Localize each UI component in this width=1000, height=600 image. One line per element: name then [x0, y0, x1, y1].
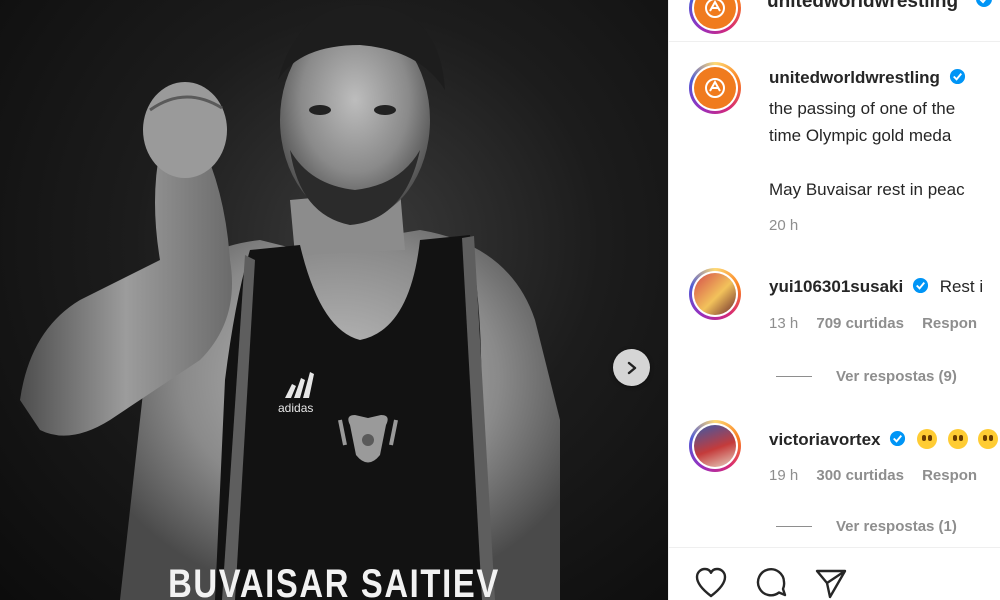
post-image: adidas BUVAISAR SAITIEV — [0, 0, 668, 600]
header-avatar[interactable] — [689, 0, 741, 34]
header-username[interactable]: unitedworldwrestling — [767, 0, 958, 13]
uww-logo-icon — [705, 0, 725, 18]
next-image-button[interactable] — [613, 349, 650, 386]
view-replies-button[interactable]: Ver respostas (9) — [776, 368, 957, 385]
heart-icon[interactable] — [693, 565, 729, 600]
uww-logo-icon — [705, 78, 725, 98]
comment-likes[interactable]: 300 curtidas — [816, 467, 904, 484]
caption-avatar[interactable] — [689, 62, 741, 114]
divider — [669, 547, 1000, 548]
verified-badge-icon — [976, 0, 992, 7]
post-action-bar — [693, 565, 849, 600]
comment-likes[interactable]: 709 curtidas — [816, 315, 904, 332]
comment-text: Rest i — [939, 277, 984, 296]
view-replies-button[interactable]: Ver respostas (1) — [776, 518, 957, 535]
crying-emoji-icon — [916, 429, 937, 449]
chevron-right-icon — [627, 361, 636, 374]
comment-username[interactable]: yui106301susaki — [769, 277, 903, 296]
comment-time: 13 h — [769, 315, 799, 332]
paper-plane-icon[interactable] — [813, 565, 849, 600]
caption-line: the passing of one of the — [769, 99, 956, 118]
wrestler-photo: adidas — [20, 4, 560, 600]
post-header: unitedworldwrestling — [669, 0, 1000, 42]
comment-avatar[interactable] — [689, 268, 741, 320]
crying-emoji-icon — [978, 429, 999, 449]
reply-button[interactable]: Respon — [922, 467, 977, 484]
comment-icon[interactable] — [753, 565, 789, 600]
caption-username[interactable]: unitedworldwrestling — [769, 68, 940, 87]
post-side-panel: unitedworldwrestling unitedworldwrestlin… — [668, 0, 1000, 600]
comment-username[interactable]: victoriavortex — [769, 430, 881, 449]
comment-time: 19 h — [769, 467, 799, 484]
caption-timestamp: 20 h — [769, 217, 799, 234]
comment-meta: 19 h 300 curtidas Respon — [769, 467, 991, 484]
caption-line: time Olympic gold meda — [769, 126, 952, 145]
crying-emoji-icon — [947, 429, 968, 449]
image-overlay-title: BUVAISAR SAITIEV — [168, 562, 500, 600]
comment-meta: 13 h 709 curtidas Respon — [769, 315, 991, 332]
verified-badge-icon — [890, 430, 906, 447]
caption-line: May Buvaisar rest in peac — [769, 180, 965, 199]
comment: yui106301susaki Rest i 13 h 709 curtidas… — [669, 268, 1000, 393]
reply-button[interactable]: Respon — [922, 315, 977, 332]
comment-avatar[interactable] — [689, 420, 741, 472]
comment: victoriavortex 19 h 300 curtidas Respon … — [669, 420, 1000, 545]
verified-badge-icon — [912, 277, 929, 294]
svg-text:adidas: adidas — [278, 401, 313, 415]
verified-badge-icon — [949, 68, 965, 85]
post-caption: unitedworldwrestling the passing of one … — [669, 60, 1000, 240]
